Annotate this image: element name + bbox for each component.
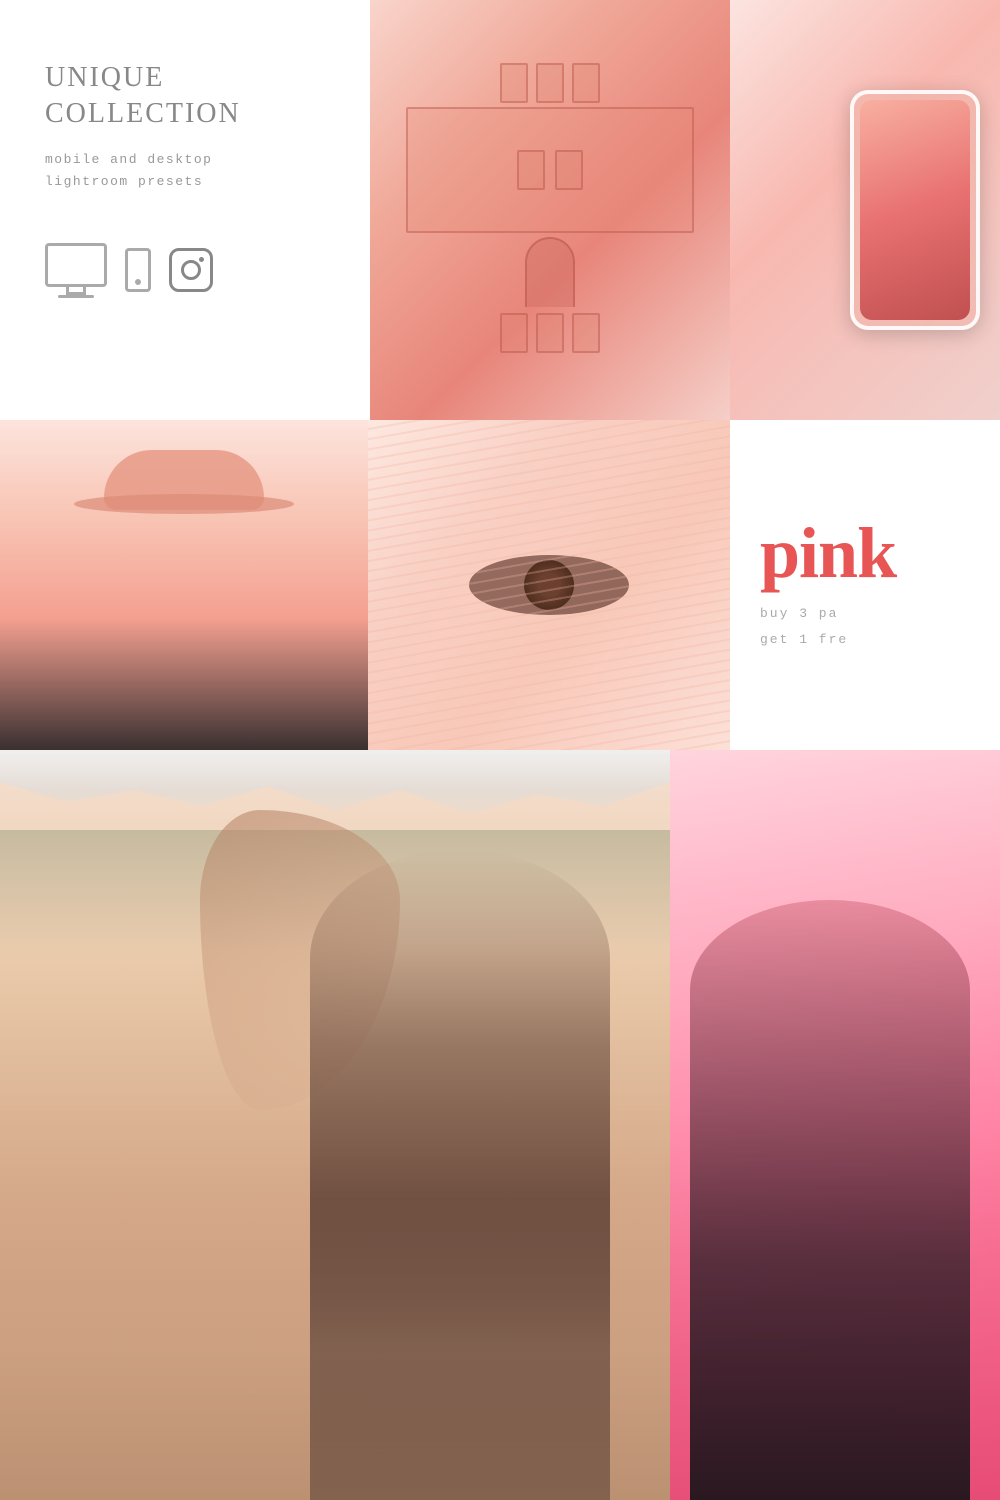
eye-closeup-image (368, 420, 730, 750)
promo-line2: get 1 fre (760, 632, 848, 647)
instagram-dot (199, 257, 204, 262)
subheadline-text: mobile and desktop lightroom presets (45, 149, 325, 193)
monitor-stand (66, 287, 86, 295)
instagram-circle (181, 260, 201, 280)
facade-window (572, 63, 600, 103)
headline-text: UNIQUE COLLECTION (45, 60, 325, 133)
facade-window (572, 313, 600, 353)
pink-promo-panel: pink buy 3 pa get 1 fre (730, 420, 1000, 750)
top-images-container (370, 0, 1000, 420)
instagram-icon (169, 248, 213, 292)
promo-line1: buy 3 pa (760, 606, 838, 621)
facade-window (500, 313, 528, 353)
top-left-panel: UNIQUE COLLECTION mobile and desktop lig… (0, 0, 370, 420)
building-facade (370, 0, 730, 420)
hair-overlay (368, 420, 730, 750)
phone-screenshot-image (730, 0, 1000, 420)
woman-figure-left (310, 850, 610, 1500)
facade-arch-door (525, 237, 575, 307)
facade-top-windows (500, 63, 600, 103)
hat-brim (74, 494, 294, 514)
facade-window (536, 63, 564, 103)
promo-text: buy 3 pa get 1 fre (760, 601, 848, 653)
pink-brand-label: pink (760, 517, 896, 589)
title-line2: COLLECTION (45, 98, 241, 129)
title-line1: UNIQUE (45, 62, 164, 93)
monitor-base (58, 295, 94, 298)
facade-window (517, 150, 545, 190)
woman-hat-image (0, 420, 368, 750)
subtitle-line2: lightroom presets (45, 174, 203, 189)
facade-bottom-windows (500, 313, 600, 353)
bottom-section (0, 750, 1000, 1500)
facade-window (555, 150, 583, 190)
eye-closeup-bg (368, 420, 730, 750)
facade-window (536, 313, 564, 353)
monitor-screen (45, 243, 107, 287)
phone-mockup (850, 90, 980, 330)
middle-section: pink buy 3 pa get 1 fre (0, 420, 1000, 750)
phone-home-button (135, 279, 141, 285)
phone-icon (125, 248, 151, 292)
facade-balcony (406, 107, 694, 233)
device-icons-row (45, 243, 325, 298)
facade-window (500, 63, 528, 103)
brush-stroke-overlay (0, 750, 670, 830)
bottom-right-image (670, 750, 1000, 1500)
building-image (370, 0, 730, 420)
subtitle-line1: mobile and desktop (45, 152, 212, 167)
woman-figure-right (690, 900, 970, 1500)
top-section: UNIQUE COLLECTION mobile and desktop lig… (0, 0, 1000, 420)
phone-screen (860, 100, 970, 320)
monitor-icon (45, 243, 107, 298)
bottom-left-image (0, 750, 670, 1500)
